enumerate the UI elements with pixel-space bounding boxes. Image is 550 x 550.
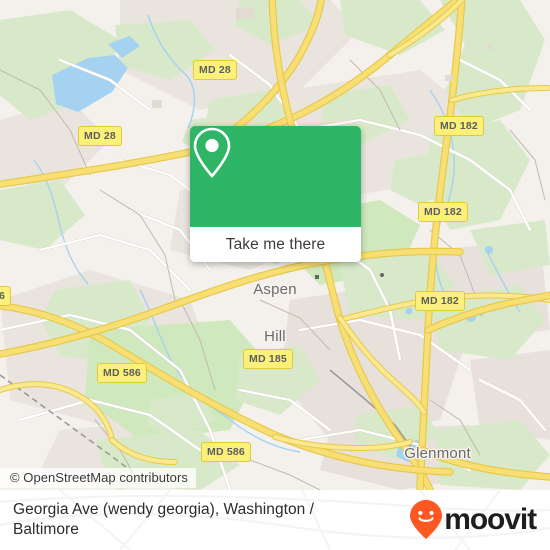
road-shield-md-586-edge: 86 — [0, 286, 12, 306]
station-popup-card[interactable]: Take me there — [190, 126, 361, 262]
moovit-station-map-screen: .park { fill:#cfe8bd; } .forest { fill:#… — [0, 0, 550, 550]
map-canvas[interactable]: .park { fill:#cfe8bd; } .forest { fill:#… — [0, 0, 550, 490]
bottom-info-bar: Georgia Ave (wendy georgia), Washington … — [0, 490, 550, 550]
road-shield-md-182-mid: MD 182 — [418, 202, 468, 222]
road-shield-md-28-top: MD 28 — [193, 60, 237, 80]
road-shield-md-185: MD 185 — [243, 349, 293, 369]
road-shield-md-182-low: MD 182 — [415, 291, 465, 311]
map-pin-icon — [193, 127, 231, 178]
station-title: Georgia Ave (wendy georgia), Washington … — [13, 500, 315, 538]
road-shield-md-28-left: MD 28 — [78, 126, 122, 146]
take-me-there-button[interactable]: Take me there — [190, 227, 361, 262]
moovit-logo: moovit — [409, 499, 537, 541]
moovit-pin-smiley-icon — [410, 500, 443, 539]
road-shield-md-586-bottom: MD 586 — [201, 442, 251, 462]
popup-icon-area — [190, 126, 361, 227]
map-attribution: © OpenStreetMap contributors — [0, 468, 196, 488]
road-shield-md-586-mid: MD 586 — [97, 363, 147, 383]
moovit-wordmark: moovit — [444, 503, 537, 536]
road-shield-md-182-top: MD 182 — [434, 116, 484, 136]
